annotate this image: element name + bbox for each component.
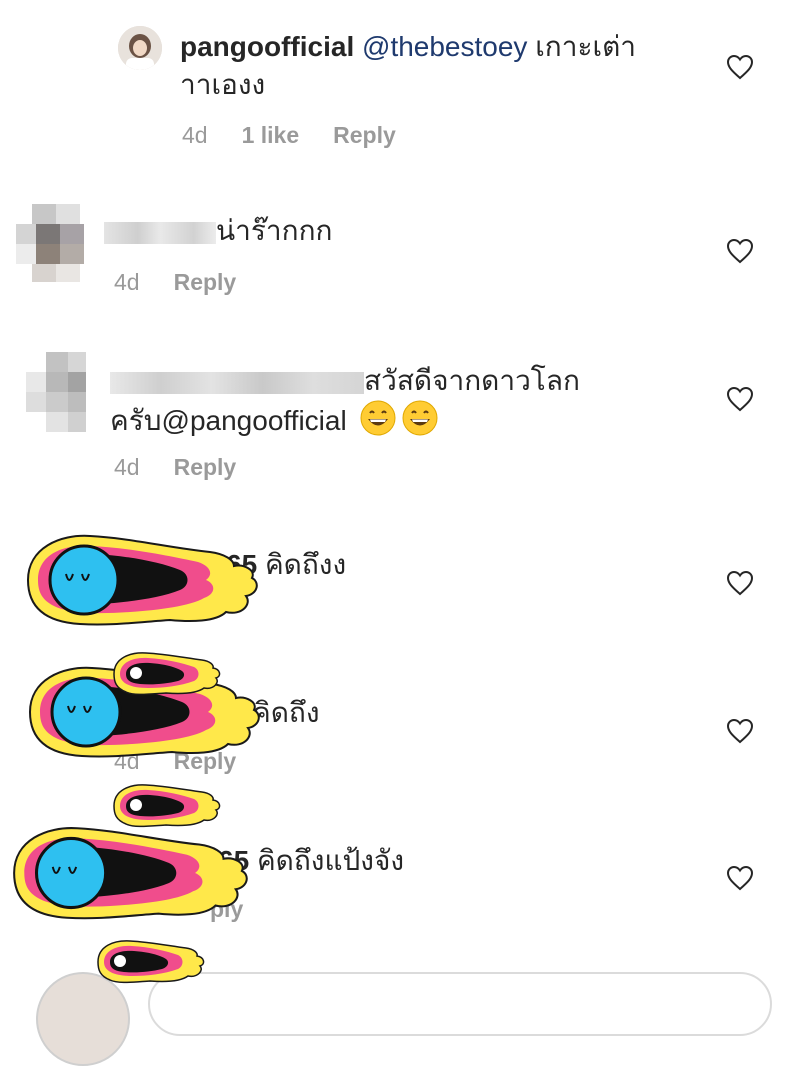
pixelated-avatar — [16, 204, 94, 282]
mention-link[interactable]: @thebestoey — [362, 31, 527, 62]
reply-button[interactable]: Reply — [174, 269, 237, 296]
comment-time: 4d — [114, 269, 140, 295]
reply-button[interactable]: Reply — [333, 122, 396, 149]
comment-text-3: สวัสดีจากดาวโลก ครับ@pangoofficial — [110, 362, 670, 440]
avatar-pangoofficial[interactable] — [118, 26, 162, 70]
pixelated-avatar — [22, 352, 92, 432]
comment-meta-1: 4d 1 like Reply — [182, 122, 396, 149]
comment-text-5: คิดถึง — [252, 694, 320, 732]
comment-body: เกาะเต่า — [535, 31, 636, 62]
avatar-photo — [118, 26, 162, 70]
fireball-sticker-large — [26, 534, 258, 626]
heart-outline-icon[interactable] — [726, 238, 754, 264]
heart-outline-icon[interactable] — [726, 570, 754, 596]
comment-body: คิดถึงแป้งจัง — [256, 845, 405, 876]
blurred-username[interactable] — [110, 371, 364, 394]
comment-input[interactable] — [148, 972, 772, 1036]
fireball-sticker-small — [113, 784, 221, 828]
comment-username[interactable]: pangoofficial — [180, 31, 354, 62]
heart-outline-icon[interactable] — [726, 54, 754, 80]
reply-button[interactable]: Reply — [174, 454, 237, 481]
like-count[interactable]: 1 like — [242, 122, 300, 149]
comment-body: สวัสดีจากดาวโลก — [364, 365, 580, 396]
avatar-blurred[interactable] — [16, 204, 94, 282]
avatar-blurred[interactable] — [22, 352, 92, 432]
comment-meta-3: 4d Reply — [114, 454, 236, 481]
comment-text-2: น่าร๊ากกก — [104, 212, 332, 250]
comment-body: คิดถึง — [252, 697, 320, 728]
comment-body-line2: ครับ@pangoofficial — [110, 405, 347, 436]
heart-outline-icon[interactable] — [726, 718, 754, 744]
comment-time: 4d — [114, 454, 140, 480]
grinning-face-emoji — [402, 400, 438, 436]
comment-body-line2: าาเองง — [180, 69, 266, 100]
heart-outline-icon[interactable] — [726, 386, 754, 412]
fireball-sticker-small — [97, 940, 205, 984]
fireball-sticker-small — [113, 652, 221, 696]
comment-body: น่าร๊ากกก — [216, 215, 333, 246]
grinning-face-emoji — [360, 400, 396, 436]
comment-text-1: pangoofficial @thebestoey เกาะเต่า าาเอง… — [180, 28, 700, 104]
comment-time: 4d — [182, 122, 208, 148]
comment-meta-2: 4d Reply — [114, 269, 236, 296]
avatar-current-user[interactable] — [36, 972, 130, 1066]
blurred-username[interactable] — [104, 221, 216, 244]
fireball-sticker-large — [13, 827, 248, 920]
comment-body: คิดถึงง — [264, 549, 347, 580]
heart-outline-icon[interactable] — [726, 865, 754, 891]
